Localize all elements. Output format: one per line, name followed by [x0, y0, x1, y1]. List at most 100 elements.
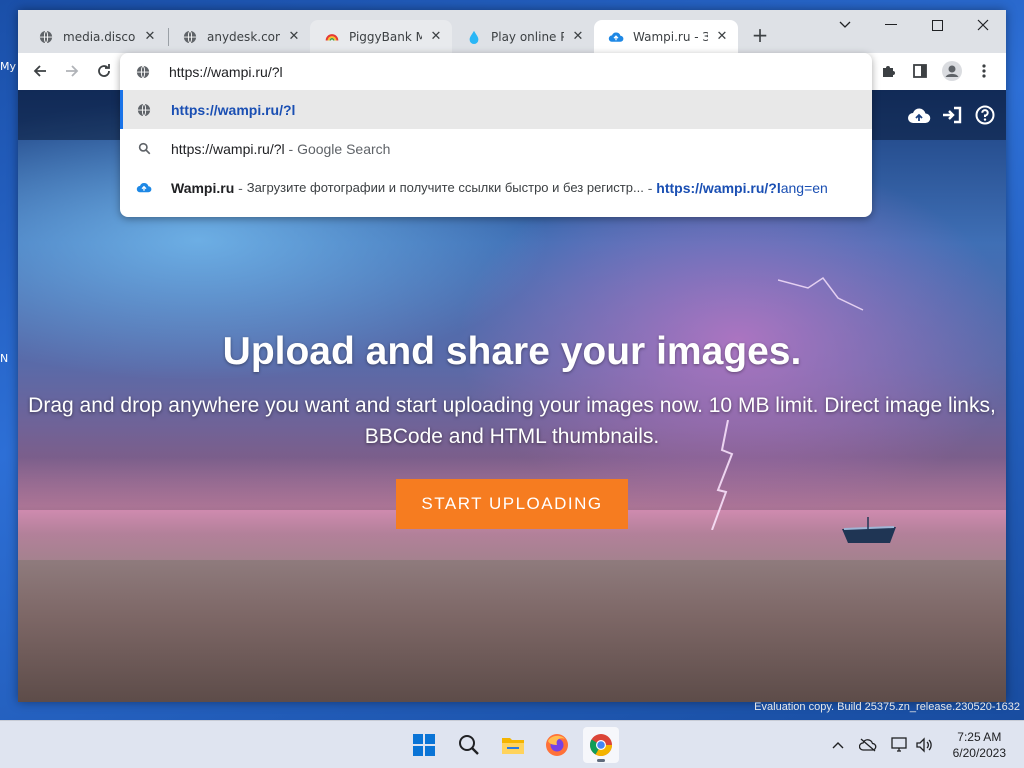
start-button[interactable] — [406, 727, 442, 763]
tab-wampi[interactable]: Wampi.ru - Загрузка ✕ — [594, 20, 738, 53]
cloud-offline-icon — [859, 738, 877, 752]
minimize-icon — [885, 24, 897, 25]
system-clock[interactable]: 7:25 AM 6/20/2023 — [953, 729, 1006, 761]
browser-window: media.discordapp.net ✕ anydesk.com ✕ Pig… — [18, 10, 1006, 702]
avatar-icon — [942, 61, 962, 81]
profile-button[interactable] — [938, 57, 966, 85]
clock-date: 6/20/2023 — [952, 746, 1006, 760]
chevron-down-icon — [839, 21, 851, 28]
close-window-button[interactable] — [960, 10, 1006, 40]
close-icon[interactable]: ✕ — [428, 29, 444, 45]
search-icon — [459, 735, 479, 755]
maximize-icon — [931, 19, 943, 31]
evaluation-watermark: Evaluation copy. Build 25375.zn_release.… — [754, 701, 1020, 713]
new-tab-button[interactable]: + — [748, 24, 772, 48]
tab-title: Wampi.ru - Загрузка — [633, 29, 708, 44]
suggestion-engine: Google Search — [297, 140, 391, 157]
globe-icon — [136, 65, 152, 79]
globe-icon — [38, 29, 54, 45]
chevron-up-icon — [832, 742, 844, 749]
desktop-icon-label: N — [0, 352, 9, 365]
folder-icon — [502, 738, 524, 754]
suggestion-url[interactable]: https://wampi.ru/?l — [120, 90, 872, 129]
minimize-button[interactable] — [868, 10, 914, 40]
address-bar-input[interactable] — [169, 63, 769, 80]
suggestion-query: https://wampi.ru/?l — [171, 140, 285, 157]
reload-icon — [98, 64, 110, 77]
suggestion-separator: - — [643, 179, 657, 196]
tab-title: PiggyBank Money — [349, 29, 422, 44]
suggestion-url-rest: ang=en — [780, 179, 828, 196]
close-icon[interactable]: ✕ — [570, 29, 586, 45]
tab-anydesk[interactable]: anydesk.com ✕ — [168, 20, 310, 53]
upload-button[interactable] — [907, 103, 931, 127]
sign-in-icon — [943, 106, 962, 124]
onedrive-tray-button[interactable] — [858, 735, 878, 755]
side-panel-button[interactable] — [906, 57, 934, 85]
start-uploading-button[interactable]: START UPLOADING — [396, 479, 628, 529]
lightning-icon — [778, 276, 864, 311]
taskbar: 7:25 AM 6/20/2023 — [0, 720, 1024, 768]
tab-piggybank[interactable]: PiggyBank Money ✕ — [310, 20, 452, 53]
back-button[interactable] — [26, 57, 54, 85]
chrome-button[interactable] — [583, 727, 619, 763]
cloud-upload-icon — [608, 29, 624, 45]
show-hidden-icons-button[interactable] — [828, 735, 848, 755]
volume-tray-button[interactable] — [914, 735, 934, 755]
sign-in-button[interactable] — [940, 103, 964, 127]
hero-subtitle: Drag and drop anywhere you want and star… — [28, 394, 996, 448]
close-icon[interactable]: ✕ — [142, 29, 158, 45]
puzzle-icon — [883, 66, 895, 77]
forward-button[interactable] — [58, 57, 86, 85]
close-icon[interactable]: ✕ — [714, 29, 730, 45]
search-taskbar-button[interactable] — [451, 727, 487, 763]
side-panel-icon — [913, 64, 927, 78]
boat-icon — [842, 517, 896, 543]
tab-media-discord[interactable]: media.discordapp.net ✕ — [24, 20, 166, 53]
desktop-icon-label: My — [0, 60, 17, 73]
suggestion-site: Wampi.ru — [171, 179, 235, 196]
beach-background — [18, 560, 1006, 702]
piggybank-icon — [324, 29, 340, 45]
reload-button[interactable] — [90, 57, 118, 85]
tab-play-online[interactable]: Play online PiggyBank ✕ — [452, 20, 594, 53]
tab-search-button[interactable] — [822, 10, 868, 40]
firefox-button[interactable] — [539, 727, 575, 763]
omnibox-input-row — [120, 53, 872, 90]
help-icon — [975, 105, 995, 125]
cloud-upload-icon — [136, 181, 152, 194]
tab-strip: media.discordapp.net ✕ anydesk.com ✕ Pig… — [18, 10, 1006, 53]
suggestion-separator: - — [234, 179, 247, 196]
tab-title: anydesk.com — [207, 29, 280, 44]
suggestion-url-bold: https://wampi.ru/?l — [656, 179, 781, 196]
maximize-button[interactable] — [914, 10, 960, 40]
suggestion-description: Загрузите фотографии и получите ссылки б… — [246, 180, 644, 195]
help-button[interactable] — [973, 103, 997, 127]
firefox-icon — [546, 734, 568, 756]
hero-title: Upload and share your images. — [222, 330, 802, 373]
globe-icon — [182, 29, 198, 45]
file-explorer-button[interactable] — [495, 727, 531, 763]
kebab-menu-icon — [982, 64, 986, 78]
arrow-left-icon — [33, 65, 46, 77]
close-icon[interactable]: ✕ — [286, 29, 302, 45]
close-icon — [977, 19, 989, 31]
cloud-upload-icon — [908, 108, 931, 123]
network-icon — [891, 737, 907, 752]
suggestion-search[interactable]: https://wampi.ru/?l - Google Search — [120, 129, 872, 168]
suggestion-separator: - — [284, 140, 298, 157]
search-icon — [136, 142, 152, 155]
windows-logo-icon — [413, 734, 435, 756]
tab-title: Play online PiggyBank — [491, 29, 564, 44]
omnibox-dropdown: https://wampi.ru/?l https://wampi.ru/?l … — [120, 53, 872, 217]
network-tray-button[interactable] — [890, 735, 910, 755]
suggestion-url-text: https://wampi.ru/?l — [171, 101, 296, 118]
clock-time: 7:25 AM — [957, 730, 1002, 744]
chrome-icon — [590, 734, 612, 756]
suggestion-history[interactable]: Wampi.ru - Загрузите фотографии и получи… — [120, 168, 872, 207]
extensions-button[interactable] — [874, 57, 902, 85]
droplet-icon — [466, 29, 482, 45]
arrow-right-icon — [66, 65, 79, 77]
speaker-icon — [916, 737, 932, 753]
menu-button[interactable] — [970, 57, 998, 85]
